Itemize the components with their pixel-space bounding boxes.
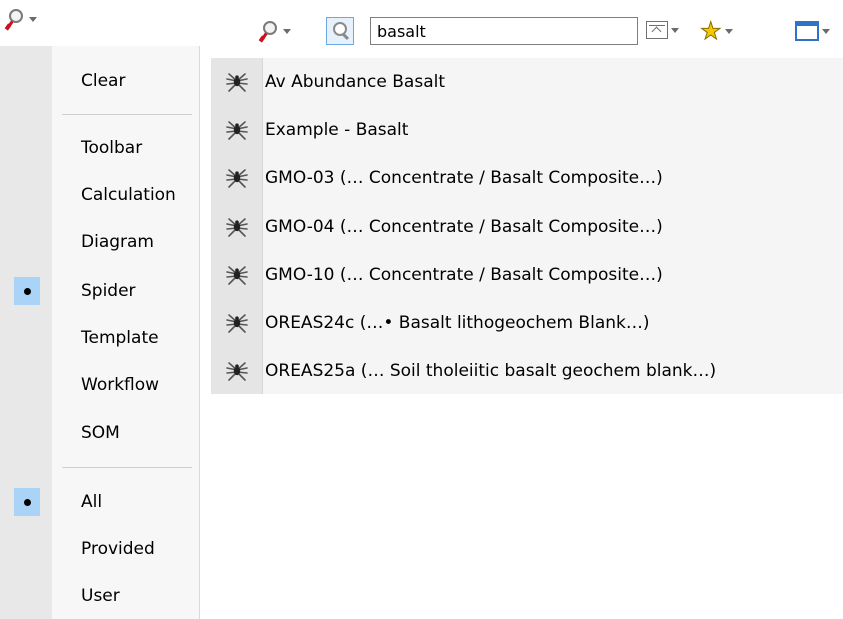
- filter-search-icon: [258, 20, 280, 43]
- result-item-label: Example - Basalt: [265, 120, 409, 140]
- radio-selected-indicator: [14, 488, 40, 516]
- chevron-down-icon: [822, 28, 830, 34]
- result-item[interactable]: OREAS24c (…• Basalt lithogeochem Blank…): [211, 299, 843, 347]
- menu-item-user[interactable]: User: [0, 573, 198, 619]
- result-item-label: Av Abundance Basalt: [265, 72, 446, 92]
- window-dropdown-button[interactable]: [795, 21, 830, 41]
- search-input[interactable]: [370, 17, 638, 45]
- menu-item-label: Spider: [81, 281, 136, 301]
- spider-icon: [225, 263, 249, 287]
- spider-icon: [225, 215, 249, 239]
- chevron-down-icon: [29, 16, 37, 22]
- menu-item-label: SOM: [81, 423, 120, 443]
- menu-item-all[interactable]: All: [0, 479, 198, 525]
- result-item-label: OREAS25a (… Soil tholeiitic basalt geoch…: [265, 361, 717, 381]
- menu-item-provided[interactable]: Provided: [0, 526, 198, 572]
- spider-icon: [225, 359, 249, 383]
- filter-menu: Clear Toolbar Calculation Diagram Spider…: [0, 46, 200, 619]
- menu-item-diagram[interactable]: Diagram: [0, 219, 198, 265]
- spider-icon: [225, 311, 249, 335]
- result-item-label: OREAS24c (…• Basalt lithogeochem Blank…): [265, 313, 650, 333]
- spider-icon: [225, 118, 249, 142]
- result-item-label: GMO-10 (… Concentrate / Basalt Composite…: [265, 265, 663, 285]
- menu-item-label: Template: [81, 328, 159, 348]
- menu-item-label: Workflow: [81, 375, 160, 395]
- spider-icon: [225, 166, 249, 190]
- menu-item-som[interactable]: SOM: [0, 410, 198, 456]
- radio-selected-indicator: [14, 277, 40, 305]
- menu-item-toolbar[interactable]: Toolbar: [0, 125, 198, 171]
- menu-item-label: Clear: [81, 71, 126, 91]
- chevron-down-icon: [283, 28, 291, 34]
- result-item[interactable]: GMO-10 (… Concentrate / Basalt Composite…: [211, 251, 843, 299]
- result-item[interactable]: OREAS25a (… Soil tholeiitic basalt geoch…: [211, 347, 843, 395]
- menu-item-clear[interactable]: Clear: [0, 58, 198, 104]
- menu-item-calculation[interactable]: Calculation: [0, 172, 198, 218]
- menu-item-template[interactable]: Template: [0, 315, 198, 361]
- chevron-down-icon: [671, 27, 679, 33]
- spider-icon: [225, 70, 249, 94]
- star-icon: ★: [700, 17, 722, 45]
- result-item[interactable]: GMO-03 (… Concentrate / Basalt Composite…: [211, 154, 843, 202]
- menu-item-label: Diagram: [81, 232, 154, 252]
- chevron-down-icon: [724, 28, 733, 34]
- result-item-label: GMO-03 (… Concentrate / Basalt Composite…: [265, 168, 663, 188]
- filter-dropdown-button[interactable]: [4, 8, 37, 31]
- menu-item-label: Provided: [81, 539, 155, 559]
- panel-icon: [646, 21, 668, 39]
- result-item[interactable]: GMO-04 (… Concentrate / Basalt Composite…: [211, 203, 843, 251]
- menu-item-label: User: [81, 586, 120, 606]
- menu-item-workflow[interactable]: Workflow: [0, 362, 198, 408]
- menu-separator: [62, 467, 192, 468]
- menu-item-label: All: [81, 492, 103, 512]
- result-item[interactable]: Av Abundance Basalt: [211, 58, 843, 106]
- menu-item-spider[interactable]: Spider: [0, 268, 198, 314]
- favorites-dropdown-button[interactable]: ★: [700, 17, 733, 45]
- filter-search-icon: [4, 8, 26, 31]
- result-item[interactable]: Example - Basalt: [211, 106, 843, 154]
- result-item-label: GMO-04 (… Concentrate / Basalt Composite…: [265, 217, 663, 237]
- menu-item-label: Calculation: [81, 185, 176, 205]
- window-icon: [795, 21, 819, 41]
- filter-dropdown-button[interactable]: [258, 20, 291, 43]
- search-toggle-button[interactable]: [326, 17, 354, 45]
- menu-separator: [62, 114, 192, 115]
- menu-item-label: Toolbar: [81, 138, 143, 158]
- search-results-list: Av Abundance Basalt Example - Basalt GMO-0…: [211, 58, 843, 394]
- panel-dropdown-button[interactable]: [646, 21, 679, 39]
